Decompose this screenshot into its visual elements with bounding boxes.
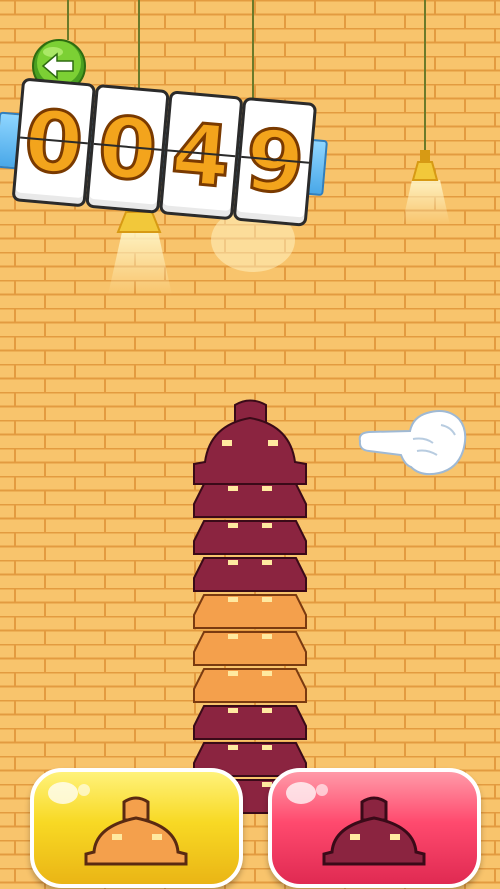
score-digit: 4: [158, 90, 244, 221]
tower-layer: [193, 594, 307, 629]
tower-window: [262, 597, 272, 602]
red-piece-button[interactable]: [268, 768, 481, 888]
tower-layer: [193, 705, 307, 740]
tower-window: [228, 597, 238, 602]
pointing-hand-icon: [358, 410, 467, 476]
tower-layer: [193, 631, 307, 666]
tower-window: [262, 745, 272, 750]
score-digit: 0: [11, 77, 97, 208]
tower-layer: [193, 557, 307, 592]
score-counter: 0 0 4 9: [0, 76, 328, 235]
tower-window: [262, 634, 272, 639]
tower-window: [228, 560, 238, 565]
tower-window: [262, 671, 272, 676]
tower-layer: [193, 520, 307, 555]
tower-window: [228, 671, 238, 676]
tower-window: [262, 560, 272, 565]
tower-window: [262, 523, 272, 528]
tower-window: [228, 708, 238, 713]
score-digit: 9: [232, 96, 318, 227]
red-tower-piece-icon: [322, 796, 426, 866]
tower-window: [228, 634, 238, 639]
tower: [193, 399, 307, 814]
tower-window: [228, 486, 238, 491]
tower-window: [228, 523, 238, 528]
orange-tower-piece-icon: [84, 796, 188, 866]
tower-window: [262, 708, 272, 713]
score-digit: 0: [85, 83, 170, 214]
tower-window: [222, 440, 232, 446]
tower-window: [268, 440, 278, 446]
orange-piece-button[interactable]: [30, 768, 243, 888]
tower-window: [228, 745, 238, 750]
tower-window: [262, 486, 272, 491]
tower-layer: [193, 483, 307, 518]
tower-layer: [193, 668, 307, 703]
